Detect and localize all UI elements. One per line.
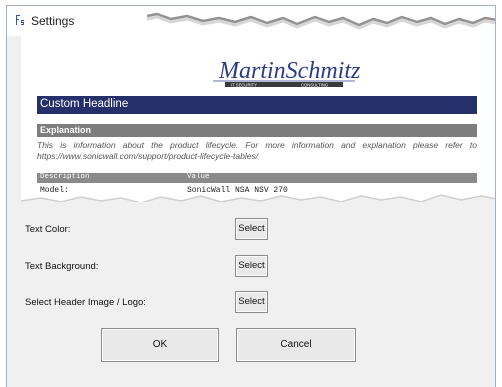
explanation-header: Explanation [37, 124, 477, 137]
text-color-label: Text Color: [25, 224, 71, 235]
select-header-image-button[interactable]: Select [235, 291, 268, 313]
header-image-label: Select Header Image / Logo: [25, 297, 146, 308]
torn-edge-top [147, 6, 495, 30]
settings-window-icon [16, 15, 24, 25]
table-header: Description Value [37, 173, 477, 183]
ok-button[interactable]: OK [101, 328, 219, 362]
logo-subtext-left: IT SECURITY [231, 82, 257, 87]
torn-edge-bottom [21, 194, 495, 202]
explanation-text: This is information about the product li… [37, 140, 477, 161]
select-text-background-button[interactable]: Select [235, 255, 268, 277]
settings-window: Settings MartinSchmitz IT SECURITY CONSU… [6, 5, 496, 387]
text-background-label: Text Background: [25, 261, 99, 272]
custom-headline: Custom Headline [37, 96, 477, 114]
report-preview: MartinSchmitz IT SECURITY CONSULTING Cus… [21, 36, 495, 202]
company-logo: MartinSchmitz IT SECURITY CONSULTING [213, 58, 361, 87]
column-value: Value [187, 173, 210, 181]
window-title: Settings [31, 14, 75, 28]
column-description: Description [40, 173, 90, 181]
select-text-color-button[interactable]: Select [235, 218, 268, 240]
logo-wordmark: MartinSchmitz [218, 58, 361, 84]
logo-subtext-right: CONSULTING [301, 82, 328, 87]
cancel-button[interactable]: Cancel [236, 328, 356, 362]
